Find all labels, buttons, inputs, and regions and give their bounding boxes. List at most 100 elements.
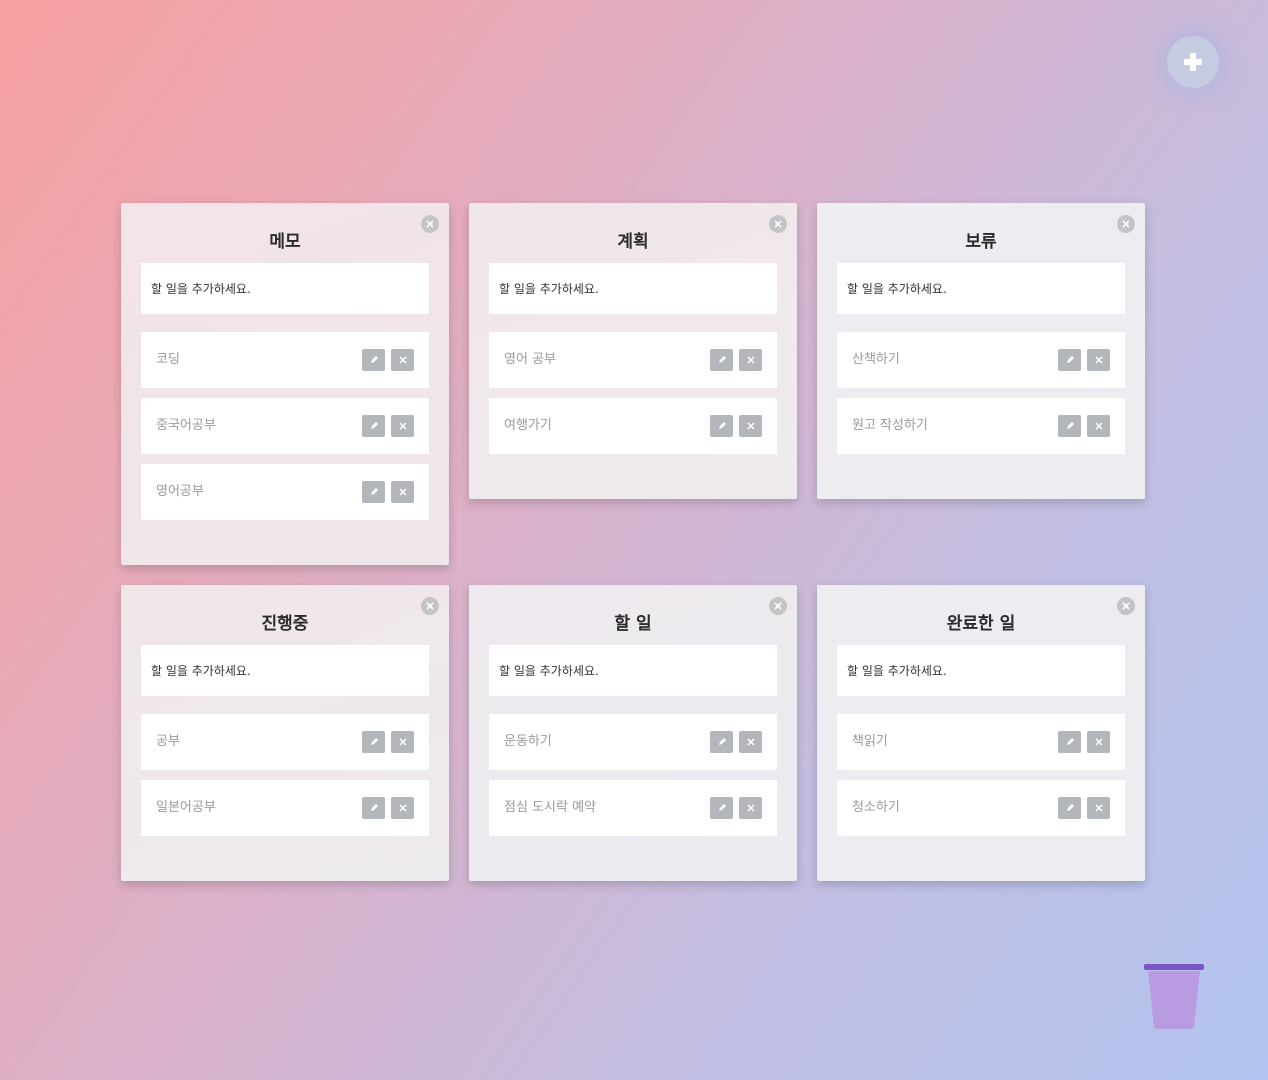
todo-item-text: 책읽기 <box>852 734 888 749</box>
todo-item-text: 청소하기 <box>852 800 900 815</box>
delete-button[interactable] <box>391 415 414 437</box>
todo-input[interactable] <box>489 645 777 696</box>
edit-button[interactable] <box>362 415 385 437</box>
board-done: 완료한 일 책읽기 청소하기 <box>817 585 1145 881</box>
board-title: 할 일 <box>614 614 652 634</box>
pencil-icon <box>370 422 378 429</box>
pencil-icon <box>718 422 726 429</box>
close-icon <box>426 220 434 228</box>
delete-button[interactable] <box>391 349 414 371</box>
board-memo: 메모 코딩 중국어공부 영어공부 <box>121 203 449 565</box>
board-close-button[interactable] <box>1117 215 1135 233</box>
edit-button[interactable] <box>1058 349 1081 371</box>
todo-item[interactable]: 책읽기 <box>837 714 1125 770</box>
board-title: 보류 <box>965 232 997 252</box>
todo-item-text: 영어 공부 <box>504 352 556 367</box>
close-icon <box>1122 602 1130 610</box>
todo-item[interactable]: 영어공부 <box>141 464 429 520</box>
edit-button[interactable] <box>362 349 385 371</box>
todo-input[interactable] <box>141 645 429 696</box>
board-title: 완료한 일 <box>946 614 1016 634</box>
close-icon <box>398 738 407 746</box>
todo-item-text: 원고 작성하기 <box>852 418 928 433</box>
pencil-icon <box>718 356 726 363</box>
board-todo: 할 일 운동하기 점심 도시락 예약 <box>469 585 797 881</box>
board-close-button[interactable] <box>421 597 439 615</box>
edit-button[interactable] <box>710 797 733 819</box>
board-plan: 계획 영어 공부 여행가기 <box>469 203 797 499</box>
delete-button[interactable] <box>739 415 762 437</box>
close-icon <box>426 602 434 610</box>
edit-button[interactable] <box>1058 415 1081 437</box>
board-close-button[interactable] <box>421 215 439 233</box>
close-icon <box>774 602 782 610</box>
close-icon <box>398 804 407 812</box>
edit-button[interactable] <box>362 797 385 819</box>
close-icon <box>1094 422 1103 430</box>
edit-button[interactable] <box>710 349 733 371</box>
todo-input[interactable] <box>141 263 429 314</box>
edit-button[interactable] <box>1058 731 1081 753</box>
edit-button[interactable] <box>1058 797 1081 819</box>
todo-item[interactable]: 코딩 <box>141 332 429 388</box>
edit-button[interactable] <box>710 415 733 437</box>
close-icon <box>746 356 755 364</box>
delete-button[interactable] <box>1087 415 1110 437</box>
todo-input[interactable] <box>837 263 1125 314</box>
close-icon <box>1094 738 1103 746</box>
delete-button[interactable] <box>1087 797 1110 819</box>
board-in-progress: 진행중 공부 일본어공부 <box>121 585 449 881</box>
pencil-icon <box>1066 422 1074 429</box>
todo-item[interactable]: 산책하기 <box>837 332 1125 388</box>
todo-item-text: 코딩 <box>156 352 180 367</box>
close-icon <box>1122 220 1130 228</box>
close-icon <box>398 356 407 364</box>
close-icon <box>398 422 407 430</box>
add-board-button[interactable] <box>1167 36 1219 88</box>
delete-button[interactable] <box>1087 349 1110 371</box>
board-close-button[interactable] <box>769 597 787 615</box>
close-icon <box>1094 804 1103 812</box>
edit-button[interactable] <box>710 731 733 753</box>
board-close-button[interactable] <box>769 215 787 233</box>
todo-item-text: 일본어공부 <box>156 800 216 815</box>
edit-button[interactable] <box>362 481 385 503</box>
todo-input[interactable] <box>489 263 777 314</box>
close-icon <box>746 804 755 812</box>
todo-item[interactable]: 영어 공부 <box>489 332 777 388</box>
todo-item[interactable]: 운동하기 <box>489 714 777 770</box>
delete-button[interactable] <box>739 349 762 371</box>
delete-button[interactable] <box>1087 731 1110 753</box>
todo-item[interactable]: 공부 <box>141 714 429 770</box>
delete-button[interactable] <box>391 731 414 753</box>
todo-item-text: 운동하기 <box>504 734 552 749</box>
todo-item[interactable]: 일본어공부 <box>141 780 429 836</box>
pencil-icon <box>718 804 726 811</box>
pencil-icon <box>1066 738 1074 745</box>
todo-item[interactable]: 중국어공부 <box>141 398 429 454</box>
board-title: 진행중 <box>261 614 309 634</box>
todo-item-text: 점심 도시락 예약 <box>504 800 596 815</box>
todo-item[interactable]: 여행가기 <box>489 398 777 454</box>
close-icon <box>398 488 407 496</box>
todo-item[interactable]: 점심 도시락 예약 <box>489 780 777 836</box>
trash-can-icon[interactable] <box>1143 963 1205 1031</box>
board-hold: 보류 산책하기 원고 작성하기 <box>817 203 1145 499</box>
todo-item[interactable]: 원고 작성하기 <box>837 398 1125 454</box>
delete-button[interactable] <box>739 731 762 753</box>
board-title: 계획 <box>617 232 649 252</box>
edit-button[interactable] <box>362 731 385 753</box>
todo-item-text: 산책하기 <box>852 352 900 367</box>
close-icon <box>746 738 755 746</box>
board-close-button[interactable] <box>1117 597 1135 615</box>
todo-item-text: 영어공부 <box>156 484 204 499</box>
todo-item[interactable]: 청소하기 <box>837 780 1125 836</box>
plus-icon <box>1184 53 1202 71</box>
close-icon <box>774 220 782 228</box>
delete-button[interactable] <box>391 481 414 503</box>
pencil-icon <box>370 488 378 495</box>
delete-button[interactable] <box>739 797 762 819</box>
delete-button[interactable] <box>391 797 414 819</box>
board-title: 메모 <box>269 232 301 252</box>
todo-input[interactable] <box>837 645 1125 696</box>
